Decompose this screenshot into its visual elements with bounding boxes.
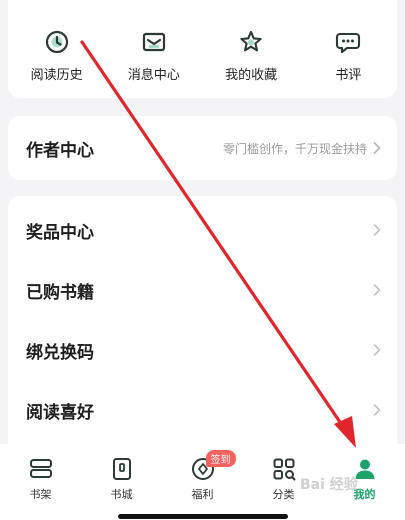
my-favorites-button[interactable]: 我的收藏 bbox=[207, 28, 295, 83]
menu-item-label: 绑兑换码 bbox=[26, 342, 94, 363]
book-review-button[interactable]: 书评 bbox=[304, 28, 392, 83]
chevron-right-icon bbox=[373, 404, 381, 416]
author-center-card: 作者中心 零门槛创作，千万现金扶持 bbox=[8, 116, 397, 180]
message-center-button[interactable]: 消息中心 bbox=[110, 28, 198, 83]
menu-item-label: 阅读喜好 bbox=[26, 402, 94, 423]
category-icon bbox=[273, 458, 295, 481]
tab-label: 福利 bbox=[191, 488, 214, 501]
tab-bookshelf[interactable]: 书架 bbox=[6, 456, 76, 502]
chevron-right-icon bbox=[373, 142, 381, 154]
menu-item-purchased-books[interactable]: 已购书籍 bbox=[8, 260, 397, 320]
chevron-right-icon bbox=[373, 284, 381, 296]
profile-icon bbox=[355, 459, 374, 479]
menu-item-label: 奖品中心 bbox=[26, 222, 94, 243]
author-center-row[interactable]: 作者中心 零门槛创作，千万现金扶持 bbox=[8, 116, 397, 180]
tab-category[interactable]: 分类 bbox=[249, 456, 319, 502]
star-icon bbox=[240, 30, 262, 52]
reading-history-button[interactable]: 阅读历史 bbox=[13, 28, 101, 83]
message-center-label: 消息中心 bbox=[127, 68, 180, 83]
menu-item-reading-preferences[interactable]: 阅读喜好 bbox=[8, 380, 397, 440]
book-review-label: 书评 bbox=[335, 68, 362, 83]
tab-welfare[interactable]: 签到 福利 bbox=[168, 450, 238, 502]
menu-list-card: 奖品中心 已购书籍 绑兑换码 阅读喜好 bbox=[8, 196, 397, 456]
tab-bookstore[interactable]: 书城 bbox=[87, 456, 157, 502]
home-indicator bbox=[118, 514, 288, 519]
clock-icon bbox=[45, 30, 68, 54]
quick-actions-card: 阅读历史 消息中心 我的收藏 书评 bbox=[8, 0, 397, 98]
comment-icon bbox=[336, 32, 361, 54]
author-center-subtitle: 零门槛创作，千万现金扶持 bbox=[222, 141, 367, 156]
tab-label: 书城 bbox=[110, 488, 133, 501]
bookstore-icon bbox=[112, 458, 131, 480]
chevron-right-icon bbox=[373, 344, 381, 356]
menu-item-redeem-code[interactable]: 绑兑换码 bbox=[8, 320, 397, 380]
reading-history-label: 阅读历史 bbox=[30, 68, 83, 83]
author-center-title: 作者中心 bbox=[26, 140, 94, 161]
tab-label: 分类 bbox=[272, 488, 295, 501]
menu-item-prize-center[interactable]: 奖品中心 bbox=[8, 200, 397, 260]
chevron-right-icon bbox=[373, 224, 381, 236]
menu-item-label: 已购书籍 bbox=[26, 282, 94, 303]
sign-in-badge: 签到 bbox=[205, 450, 236, 467]
tab-label: 我的 bbox=[353, 488, 376, 501]
tab-label: 书架 bbox=[29, 488, 52, 501]
my-favorites-label: 我的收藏 bbox=[225, 68, 278, 83]
quick-actions-row: 阅读历史 消息中心 我的收藏 书评 bbox=[8, 0, 397, 83]
message-icon bbox=[142, 32, 165, 52]
bottom-tab-bar: 书架 书城 签到 福利 分类 我的 bbox=[0, 444, 405, 520]
bookshelf-icon bbox=[29, 459, 52, 478]
tab-profile[interactable]: 我的 bbox=[330, 456, 400, 502]
